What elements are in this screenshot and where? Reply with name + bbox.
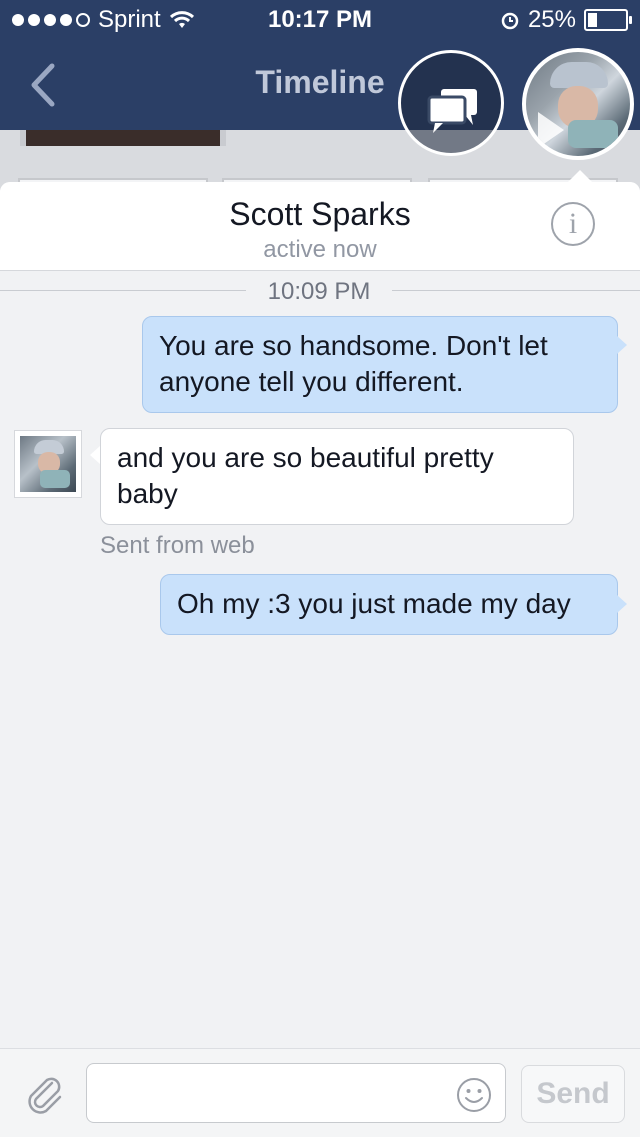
contact-name[interactable]: Scott Sparks — [0, 196, 640, 233]
alarm-icon — [501, 12, 519, 30]
battery-fill — [588, 13, 597, 27]
emoji-button[interactable] — [456, 1077, 492, 1113]
message-text: Oh my :3 you just made my day — [177, 588, 571, 619]
message-bubble-outgoing[interactable]: You are so handsome. Don't let anyone te… — [142, 316, 618, 413]
contact-status: active now — [263, 236, 377, 263]
conversation-panel: Scott Sparks active now i 10:09 PM You a… — [0, 182, 640, 1136]
message-bubble-outgoing[interactable]: Oh my :3 you just made my day — [160, 574, 618, 635]
battery-icon — [584, 9, 632, 31]
smiley-icon — [457, 1078, 491, 1112]
message-timestamp: 10:09 PM — [267, 278, 371, 305]
avatar-photo-detail — [568, 120, 618, 148]
chat-head-avatar-scott[interactable] — [522, 48, 634, 160]
avatar-photo-detail — [550, 62, 608, 88]
chat-heads-messages-button[interactable] — [398, 50, 504, 156]
avatar-photo — [20, 436, 76, 492]
send-button[interactable]: Send — [521, 1065, 625, 1123]
message-composer: Send — [0, 1048, 640, 1137]
status-bar: Sprint 10:17 PM 25% — [0, 0, 640, 40]
paperclip-icon — [28, 1077, 62, 1114]
info-icon: i — [568, 207, 578, 240]
timeline-photo-peek — [20, 130, 226, 146]
conversation-header: Scott Sparks active now i — [0, 182, 640, 271]
sent-from-label: Sent from web — [100, 532, 255, 559]
sender-avatar[interactable] — [14, 430, 82, 498]
chat-bubbles-icon — [427, 89, 477, 133]
message-bubble-incoming[interactable]: and you are so beautiful pretty baby — [100, 428, 574, 525]
timestamp-divider — [392, 290, 640, 291]
bubble-tail — [90, 446, 100, 464]
timestamp-divider — [0, 290, 246, 291]
status-right: 25% — [500, 6, 632, 34]
bubble-tail — [617, 595, 627, 613]
info-button[interactable]: i — [551, 202, 595, 246]
bubble-tail — [617, 336, 627, 354]
attach-button[interactable] — [22, 1073, 66, 1117]
battery-percent: 25% — [527, 6, 576, 33]
message-input[interactable] — [86, 1063, 506, 1123]
message-text: and you are so beautiful pretty baby — [117, 442, 494, 509]
message-text: You are so handsome. Don't let anyone te… — [159, 330, 548, 397]
